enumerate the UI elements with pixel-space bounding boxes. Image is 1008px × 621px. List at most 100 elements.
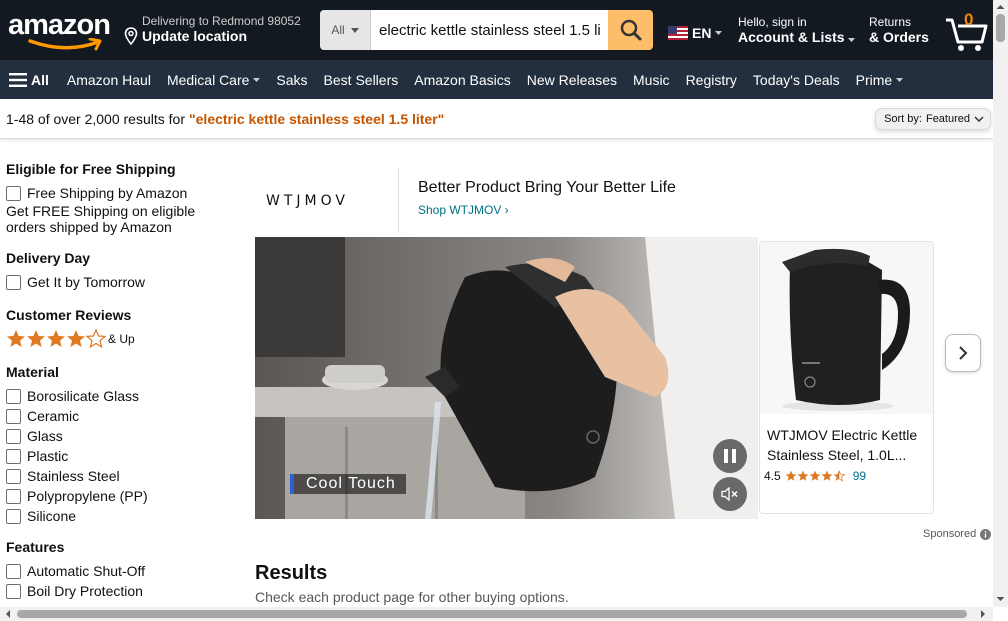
nav-amazon-basics[interactable]: Amazon Basics [414, 72, 510, 88]
checkbox[interactable] [6, 185, 21, 201]
caret-down-icon [848, 38, 856, 42]
sponsored-label[interactable]: Sponsored [923, 528, 992, 540]
us-flag-icon [668, 26, 688, 40]
checkbox[interactable] [6, 448, 21, 464]
material-label: Silicone [27, 508, 77, 524]
customer-reviews-heading: Customer Reviews [6, 307, 132, 323]
search-category-dropdown[interactable]: All [320, 10, 371, 50]
checkbox[interactable] [6, 488, 21, 504]
results-heading: Results [255, 562, 328, 584]
returns-label: Returns [869, 15, 912, 29]
top-navigation-bar: amazon Delivering to Redmond 98052 Updat… [0, 0, 993, 60]
amazon-logo[interactable]: amazon [8, 10, 111, 54]
checkbox[interactable] [6, 468, 21, 484]
feature-filter-boil-dry[interactable]: Boil Dry Protection [6, 581, 236, 601]
checkbox[interactable] [6, 508, 21, 524]
nav-saks[interactable]: Saks [276, 72, 307, 88]
search-category-label: All [331, 23, 345, 37]
checkbox[interactable] [6, 563, 21, 579]
nav-todays-deals[interactable]: Today's Deals [753, 72, 840, 88]
horizontal-scrollbar[interactable] [0, 607, 993, 621]
review-count: 99 [852, 469, 867, 483]
mute-button[interactable] [713, 477, 747, 511]
nav-music[interactable]: Music [633, 72, 670, 88]
product-title[interactable]: WTJMOV Electric Kettle Stainless Steel, … [767, 425, 927, 465]
material-filter-polypropylene[interactable]: Polypropylene (PP) [6, 486, 236, 506]
update-location-label: Update location [142, 28, 248, 44]
material-filter-ceramic[interactable]: Ceramic [6, 406, 236, 426]
sponsored-product-card[interactable]: WTJMOV Electric Kettle Stainless Steel, … [759, 241, 934, 514]
caret-down-icon [896, 77, 904, 82]
pause-button[interactable] [713, 439, 747, 473]
four-stars-and-up-filter[interactable]: & Up [6, 329, 236, 349]
rating-value: 4.5 [764, 469, 781, 483]
nav-amazon-haul[interactable]: Amazon Haul [67, 72, 151, 88]
checkbox[interactable] [6, 428, 21, 444]
scroll-left-arrow-icon [6, 610, 10, 618]
search-button[interactable] [608, 10, 653, 50]
nav-medical-care-label: Medical Care [166, 71, 250, 88]
sort-label: Sort by: [884, 113, 922, 125]
brand-logo[interactable]: WTJMOV [266, 192, 378, 213]
language-selector[interactable]: EN [668, 25, 723, 41]
checkbox[interactable] [6, 388, 21, 404]
features-heading: Features [6, 539, 65, 555]
material-label: Plastic [27, 448, 69, 464]
scroll-up-arrow-icon [996, 5, 1005, 9]
vertical-scroll-thumb[interactable] [996, 14, 1005, 42]
material-filter-plastic[interactable]: Plastic [6, 446, 236, 466]
nav-new-releases[interactable]: New Releases [527, 72, 617, 88]
nav-prime[interactable]: Prime [856, 72, 904, 88]
horizontal-scroll-thumb[interactable] [17, 610, 967, 618]
caret-down-icon [715, 31, 723, 35]
smile-arrow-icon [28, 38, 102, 51]
returns-orders-link[interactable]: Returns & Orders [869, 15, 929, 46]
sponsored-text: Sponsored [923, 528, 977, 540]
nav-best-sellers[interactable]: Best Sellers [324, 72, 399, 88]
brand-logo-text: WTJMOV [266, 193, 349, 208]
product-rating[interactable]: 4.5 99 [764, 469, 866, 483]
material-label: Stainless Steel [27, 468, 120, 484]
kettle-image [760, 242, 933, 414]
nav-registry[interactable]: Registry [686, 72, 737, 88]
material-label: Glass [27, 428, 63, 444]
checkbox[interactable] [6, 583, 21, 599]
material-filter-glass[interactable]: Glass [6, 426, 236, 446]
cart-button[interactable]: 0 [944, 8, 992, 52]
caret-down-icon [350, 27, 359, 33]
hamburger-menu-icon [9, 72, 27, 87]
material-label: Borosilicate Glass [27, 388, 140, 404]
feature-label: Automatic Shut-Off [27, 563, 146, 579]
sort-value: Featured [925, 113, 970, 125]
shop-brand-link[interactable]: Shop WTJMOV › [418, 203, 509, 217]
account-menu[interactable]: Hello, sign in Account & Lists [738, 15, 856, 46]
feature-label: Boil Dry Protection [27, 583, 143, 599]
account-greeting: Hello, sign in [738, 15, 807, 29]
chevron-right-icon [959, 346, 968, 360]
video-caption: Cool Touch [290, 474, 406, 494]
checkbox[interactable] [6, 408, 21, 424]
delivery-location[interactable]: Delivering to Redmond 98052 Update locat… [124, 14, 314, 45]
orders-label: & Orders [869, 29, 929, 45]
material-filter-stainless-steel[interactable]: Stainless Steel [6, 466, 236, 486]
free-shipping-filter[interactable]: Free Shipping by Amazon [6, 183, 236, 203]
get-it-tomorrow-filter[interactable]: Get It by Tomorrow [6, 272, 236, 292]
product-image[interactable] [760, 242, 933, 414]
muted-speaker-icon [721, 487, 738, 501]
and-up-label: & Up [108, 332, 135, 346]
results-info-bar: 1-48 of over 2,000 results for "electric… [0, 99, 993, 139]
pause-icon [724, 449, 736, 463]
search-bar: All [320, 10, 653, 50]
sort-dropdown[interactable]: Sort by: Featured [875, 108, 991, 130]
carousel-next-button[interactable] [945, 334, 981, 372]
material-filter-borosilicate-glass[interactable]: Borosilicate Glass [6, 386, 236, 406]
material-filter-silicone[interactable]: Silicone [6, 506, 236, 526]
search-input[interactable] [371, 10, 608, 50]
filters-sidebar: Eligible for Free Shipping Free Shipping… [6, 160, 236, 613]
brand-tagline: Better Product Bring Your Better Life [418, 179, 676, 196]
feature-filter-auto-shut-off[interactable]: Automatic Shut-Off [6, 561, 236, 581]
nav-medical-care[interactable]: Medical Care [166, 71, 261, 88]
vertical-scrollbar[interactable] [993, 0, 1008, 607]
all-menu-button[interactable]: All [9, 72, 49, 88]
checkbox[interactable] [6, 274, 21, 290]
